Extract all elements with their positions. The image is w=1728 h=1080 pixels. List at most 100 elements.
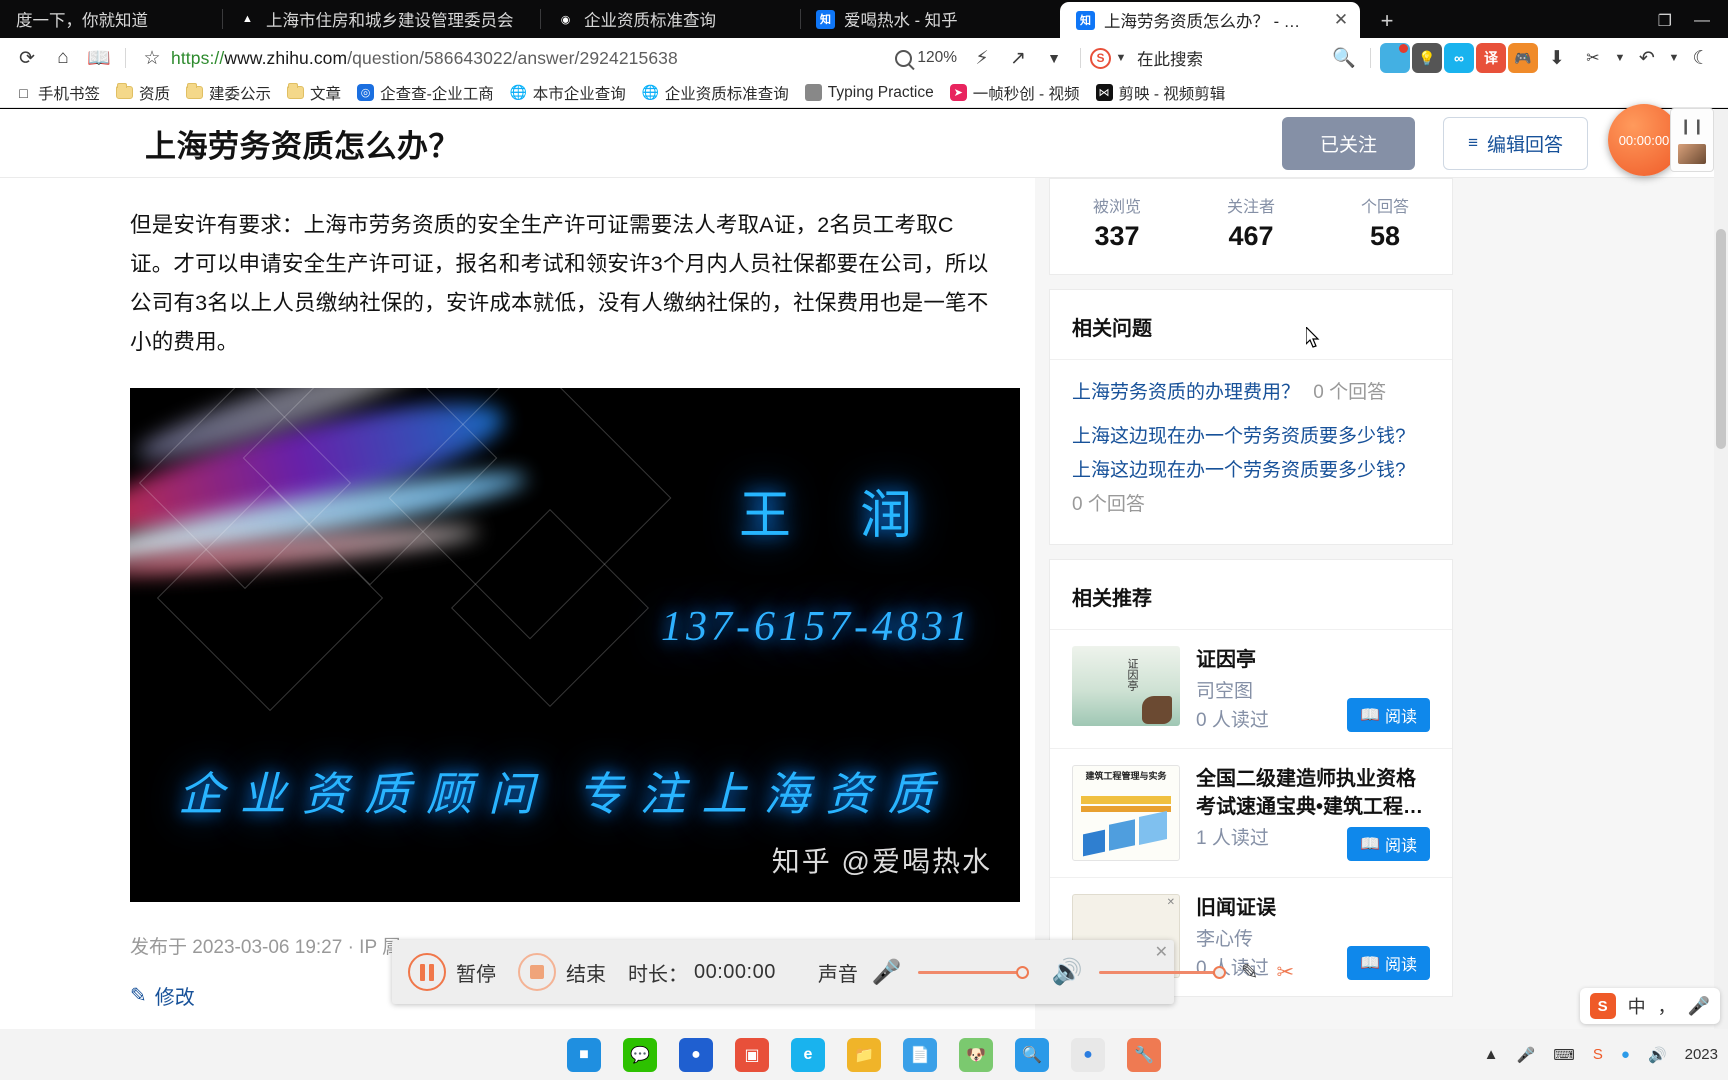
pencil-icon[interactable]: ✎ — [1241, 960, 1259, 985]
search-engine-label[interactable]: 在此搜索 — [1137, 46, 1203, 70]
download-icon[interactable]: ⬇ — [1540, 43, 1574, 73]
bookmark-item[interactable]: ➤ 一帧秒创 - 视频 — [943, 80, 1087, 106]
bookmark-label: 企业资质标准查询 — [664, 85, 789, 103]
ime-icon[interactable]: ⌨ — [1553, 1046, 1575, 1064]
read-button[interactable]: 📖 阅读 — [1347, 827, 1430, 861]
slider-knob[interactable] — [1015, 965, 1029, 979]
recorder-mini-panel[interactable]: ❙❙ — [1670, 108, 1714, 172]
sogou-ime-bar[interactable]: S 中 ， 🎤 — [1579, 988, 1720, 1024]
infinity-icon[interactable]: ∞ — [1444, 43, 1474, 73]
scissors-icon[interactable]: ✂ — [1277, 960, 1295, 985]
read-button-label: 阅读 — [1384, 838, 1417, 855]
bookmark-item[interactable]: 资质 — [109, 80, 177, 106]
chrome-icon[interactable]: ● — [1071, 1037, 1105, 1072]
bookmark-item[interactable]: 建委公示 — [179, 80, 278, 106]
wechat-icon[interactable]: 💬 — [623, 1037, 657, 1072]
sogou-icon[interactable]: S — [1593, 1046, 1603, 1063]
stat-value: 337 — [1094, 221, 1140, 251]
taskbar-icons: ■ 💬 ● ▣ e 📁 📄 🐶 🔍 ● 🔧 — [567, 1037, 1161, 1072]
browser-tab-2[interactable]: ◉ 企业资质标准查询 — [540, 0, 800, 38]
browser-tab-1[interactable]: ▲ 上海市住房和城乡建设管理委员会 — [222, 0, 540, 38]
store-icon[interactable]: ▣ — [735, 1037, 769, 1072]
bookmark-item[interactable]: 🌐 企业资质标准查询 — [635, 80, 796, 106]
moon-icon[interactable]: ☾ — [1684, 43, 1718, 73]
microphone-icon[interactable]: 🎤 — [872, 958, 902, 987]
scissors-icon[interactable]: ✂ — [1576, 43, 1610, 73]
bookmark-star-icon[interactable]: ☆ — [135, 43, 169, 73]
explorer-icon[interactable]: 📁 — [847, 1037, 881, 1072]
minimize-window-icon[interactable]: — — [1694, 12, 1710, 30]
edit-answer-button[interactable]: ≡ 编辑回答 — [1443, 116, 1588, 170]
bookmark-item[interactable]: ⋈ 剪映 - 视频剪辑 — [1089, 80, 1233, 106]
slider-knob[interactable] — [1212, 965, 1226, 979]
browser-tab-3[interactable]: 知 爱喝热水 - 知乎 — [800, 0, 1060, 38]
bookmark-item[interactable]: □ 手机书签 — [8, 80, 107, 106]
answer-video[interactable]: 王 润 137-6157-4831 企业资质顾问 专注上海资质 知乎 @爱喝热水 — [130, 388, 1020, 902]
home-icon[interactable]: ⌂ — [46, 43, 80, 73]
close-icon[interactable]: ✕ — [1155, 942, 1168, 962]
related-question-item[interactable]: 上海这边现在办一个劳务资质要多少钱? 0 个回答 — [1072, 454, 1430, 522]
mic-volume-slider[interactable] — [917, 965, 1029, 979]
bulb-icon[interactable]: 💡 — [1412, 43, 1442, 73]
zoom-level-indicator[interactable]: 120% — [889, 49, 963, 67]
chevron-down-icon[interactable]: ▼ — [1037, 43, 1071, 73]
microphone-icon[interactable]: 🎤 — [1688, 996, 1710, 1017]
pause-recording-button[interactable]: 暂停 — [408, 953, 496, 991]
share-icon[interactable]: ↗ — [1001, 43, 1035, 73]
page-scrollbar[interactable] — [1714, 109, 1728, 1029]
reload-icon[interactable]: ⟳ — [10, 43, 44, 73]
scrollbar-thumb[interactable] — [1716, 229, 1726, 449]
browser-icon[interactable]: ● — [679, 1037, 713, 1072]
ime-comma-label[interactable]: ， — [1658, 993, 1676, 1019]
volume-icon[interactable]: 🔊 — [1648, 1046, 1667, 1064]
stop-recording-button[interactable]: 结束 — [518, 953, 606, 991]
taskbar-date[interactable]: 2023 — [1685, 1046, 1718, 1063]
chevron-up-icon[interactable]: ▲ — [1484, 1046, 1499, 1063]
close-icon[interactable]: ✕ — [1330, 9, 1352, 31]
search-ball-icon[interactable]: 🔍 — [1015, 1037, 1049, 1072]
address-bar[interactable]: https://www.zhihu.com/question/586643022… — [171, 48, 887, 69]
restore-window-icon[interactable]: ❐ — [1658, 11, 1672, 31]
chevron-down-icon[interactable]: ▼ — [1666, 43, 1682, 73]
system-volume-slider[interactable] — [1098, 965, 1226, 979]
floating-recorder-widget[interactable]: 00:00:00 ❙❙ — [1608, 104, 1714, 176]
bookmark-item[interactable]: ◎ 企查查-企业工商 — [350, 80, 501, 106]
sogou-search-icon[interactable]: S — [1090, 47, 1111, 69]
ime-mode-label[interactable]: 中 — [1628, 993, 1646, 1019]
read-button[interactable]: 📖 阅读 — [1347, 946, 1430, 980]
bookmark-item[interactable]: Typing Practice — [798, 82, 941, 104]
recommendation-item[interactable]: 建筑工程管理与实务 全国二级建造师执业资格考试速通宝典•建筑工程管… 1 人读过 — [1050, 749, 1452, 878]
search-icon[interactable]: 🔍 — [1327, 43, 1361, 73]
browser-tab-0[interactable]: 度一下，你就知道 — [0, 0, 222, 38]
read-button[interactable]: 📖 阅读 — [1347, 698, 1430, 732]
reader-icon[interactable]: 📖 — [82, 43, 116, 73]
related-questions-card: 相关问题 上海劳务资质的办理费用？ 0 个回答 上海这边现在办一个劳务资质要多少… — [1049, 289, 1453, 545]
edge-dev-icon[interactable]: e — [791, 1037, 825, 1072]
lightning-icon[interactable]: ⚡ — [965, 43, 999, 73]
microphone-icon[interactable]: 🎤 — [1517, 1046, 1536, 1064]
game-icon[interactable]: 🎮 — [1508, 43, 1538, 73]
recommendation-item[interactable]: 证因亭 证因亭 司空图 0 人读过 📖 阅读 — [1050, 630, 1452, 749]
new-tab-button[interactable]: + — [1370, 4, 1404, 38]
translate-icon[interactable]: 译 — [1476, 43, 1506, 73]
start-icon[interactable]: ■ — [567, 1037, 601, 1072]
wechat-ext-icon[interactable] — [1380, 43, 1410, 73]
follow-button[interactable]: 已关注 — [1282, 116, 1416, 170]
wifi-icon[interactable]: ● — [1621, 1046, 1630, 1063]
chevron-down-icon[interactable]: ▼ — [1113, 43, 1129, 73]
sogou-icon[interactable]: S — [1589, 993, 1616, 1019]
browser-tab-label: 上海劳务资质怎么办？ - 知乎 — [1104, 13, 1307, 31]
chevron-down-icon[interactable]: ▼ — [1612, 43, 1628, 73]
bookmark-item[interactable]: 文章 — [280, 80, 348, 106]
related-question-item[interactable]: 上海劳务资质的办理费用？ 0 个回答 — [1072, 376, 1430, 410]
qq-icon[interactable]: 🐶 — [959, 1037, 993, 1072]
browser-tab-4-active[interactable]: 知 上海劳务资质怎么办？ - 知乎 ✕ — [1060, 2, 1360, 38]
pause-icon[interactable]: ❙❙ — [1679, 117, 1704, 135]
notes-icon[interactable]: 📄 — [903, 1037, 937, 1072]
speaker-icon[interactable]: 🔊 — [1052, 958, 1083, 987]
bookmark-item[interactable]: 🌐 本市企业查询 — [503, 80, 633, 106]
tool-icon[interactable]: 🔧 — [1127, 1037, 1161, 1072]
related-question-item[interactable]: 上海这边现在办一个劳务资质要多少钱? — [1072, 420, 1430, 454]
undo-icon[interactable]: ↶ — [1630, 43, 1664, 73]
url-path: /question/586643022/answer/2924215638 — [347, 47, 678, 68]
